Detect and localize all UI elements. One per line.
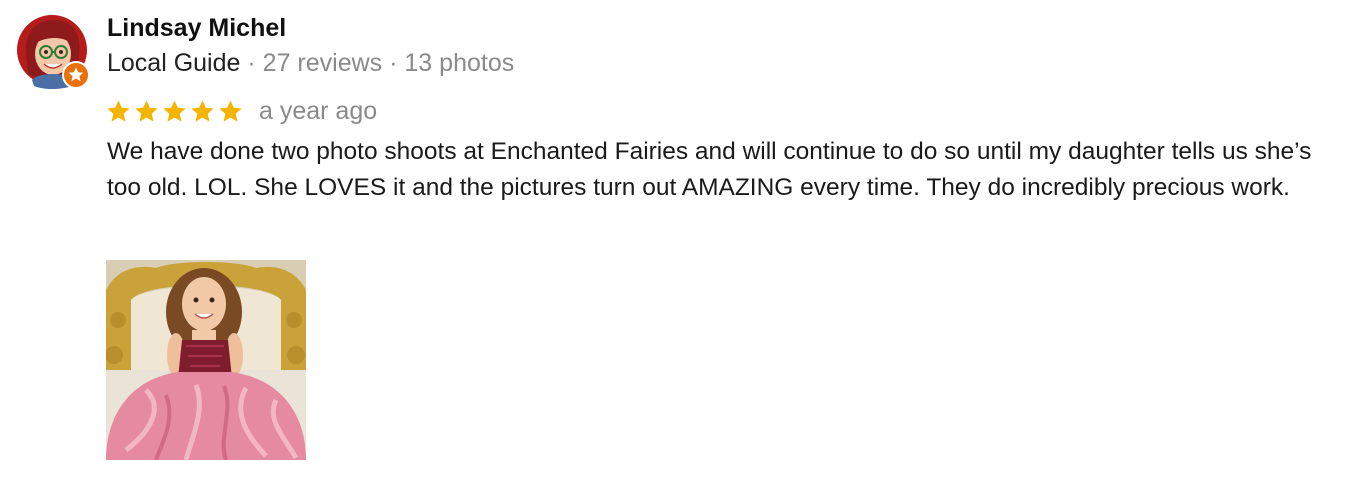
avatar-icon [17,15,90,89]
local-guide-label: Local Guide [107,49,241,77]
reviewer-name[interactable]: Lindsay Michel [107,14,286,43]
rating-row: a year ago [105,95,377,127]
reviewer-meta: Local Guide · 27 reviews · 13 photos [107,49,514,78]
meta-separator: · [389,49,398,77]
star-icon [107,99,130,122]
local-guide-star-icon [62,61,90,89]
photos-count: 13 photos [404,49,515,77]
star-rating [105,98,244,125]
photo-thumbnail [106,260,306,460]
star-icon [135,99,158,122]
reviewer-avatar[interactable] [16,14,92,90]
star-icon [163,99,186,122]
star-icon [191,99,214,122]
review-text: We have done two photo shoots at Enchant… [107,138,1312,201]
star-icon [219,99,242,122]
review-card: Lindsay Michel Local Guide · 27 reviews … [0,0,1370,480]
review-date: a year ago [259,96,378,125]
reviews-count: 27 reviews [262,49,383,77]
meta-separator: · [247,49,256,77]
review-photo[interactable] [106,260,306,460]
